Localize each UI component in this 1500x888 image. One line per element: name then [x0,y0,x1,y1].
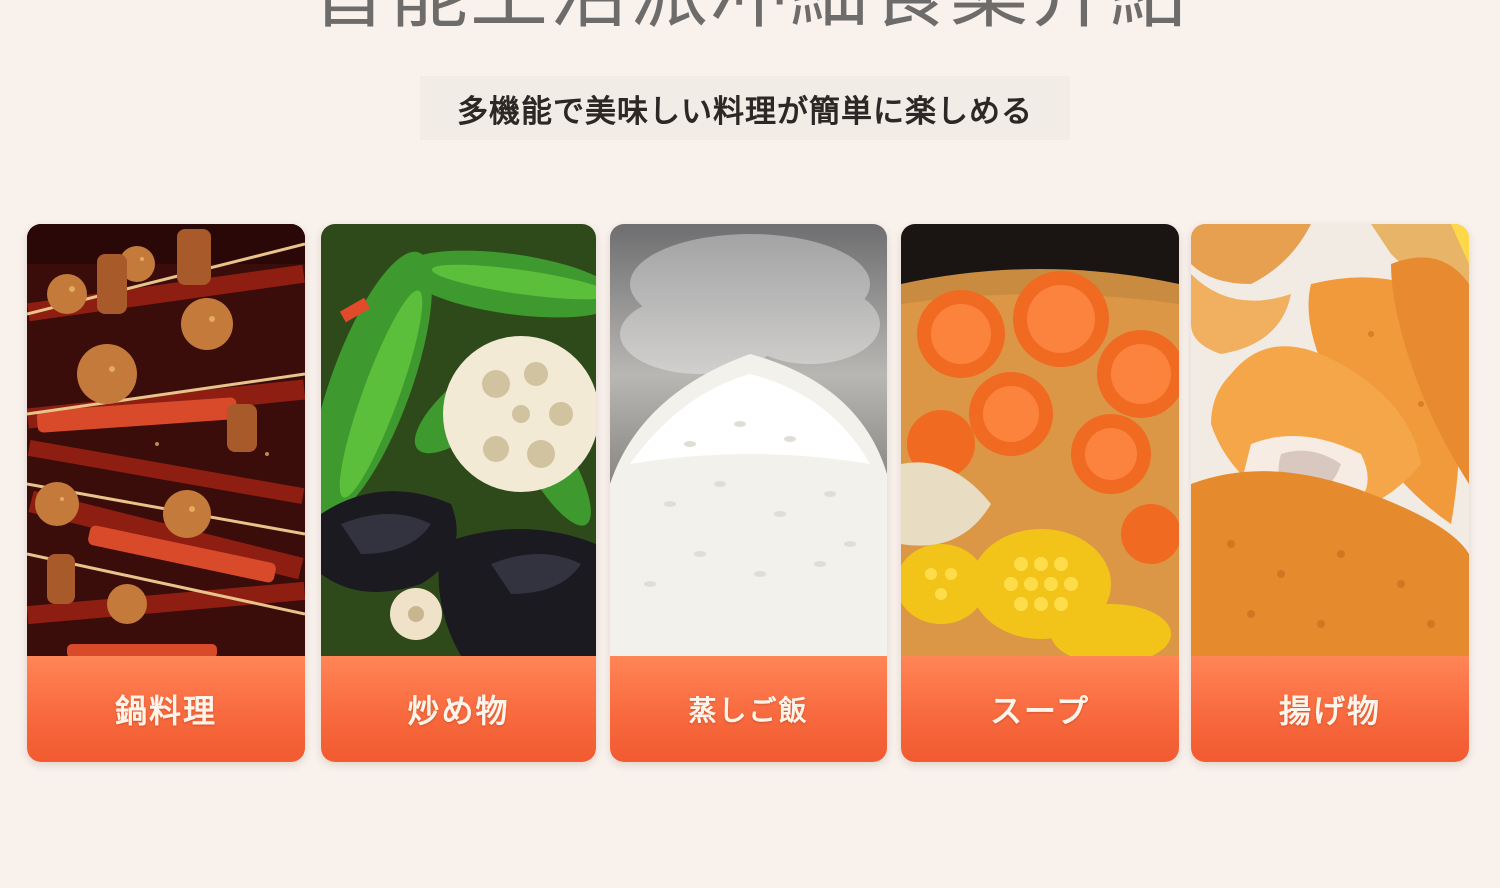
dish-label: 蒸しご飯 [688,694,809,727]
steamed-rice-photo [610,224,887,656]
soup-carrot-corn-photo [901,224,1179,656]
dish-label-bar: 蒸しご飯 [610,656,887,762]
stir-fry-vegetables-photo [321,224,596,656]
dish-label-bar: 炒め物 [321,656,596,762]
dish-card-stir-fry[interactable]: 炒め物 [321,224,596,762]
dish-card-hotpot[interactable]: 鍋料理 [27,224,305,762]
page: 智能土活派冲細食築介紹 多機能で美味しい料理が簡単に楽しめる [0,0,1500,888]
dish-label: 鍋料理 [114,692,217,730]
dish-card-fried[interactable]: 揚げ物 [1191,224,1469,762]
subtitle-box: 多機能で美味しい料理が簡単に楽しめる [420,76,1070,140]
hotpot-skewers-photo [27,224,305,656]
dish-card-steamed-rice[interactable]: 蒸しご飯 [610,224,887,762]
dish-label: 揚げ物 [1278,692,1381,730]
dish-label-bar: 鍋料理 [27,656,305,762]
page-title: 智能土活派冲細食築介紹 [0,0,1500,36]
page-subtitle: 多機能で美味しい料理が簡単に楽しめる [457,93,1033,130]
dish-label-bar: 揚げ物 [1191,656,1469,762]
dish-card-soup[interactable]: スープ [901,224,1179,762]
dish-label-bar: スープ [901,656,1179,762]
fried-fish-photo [1191,224,1469,656]
dish-label: 炒め物 [407,692,510,730]
dish-label: スープ [989,692,1091,730]
